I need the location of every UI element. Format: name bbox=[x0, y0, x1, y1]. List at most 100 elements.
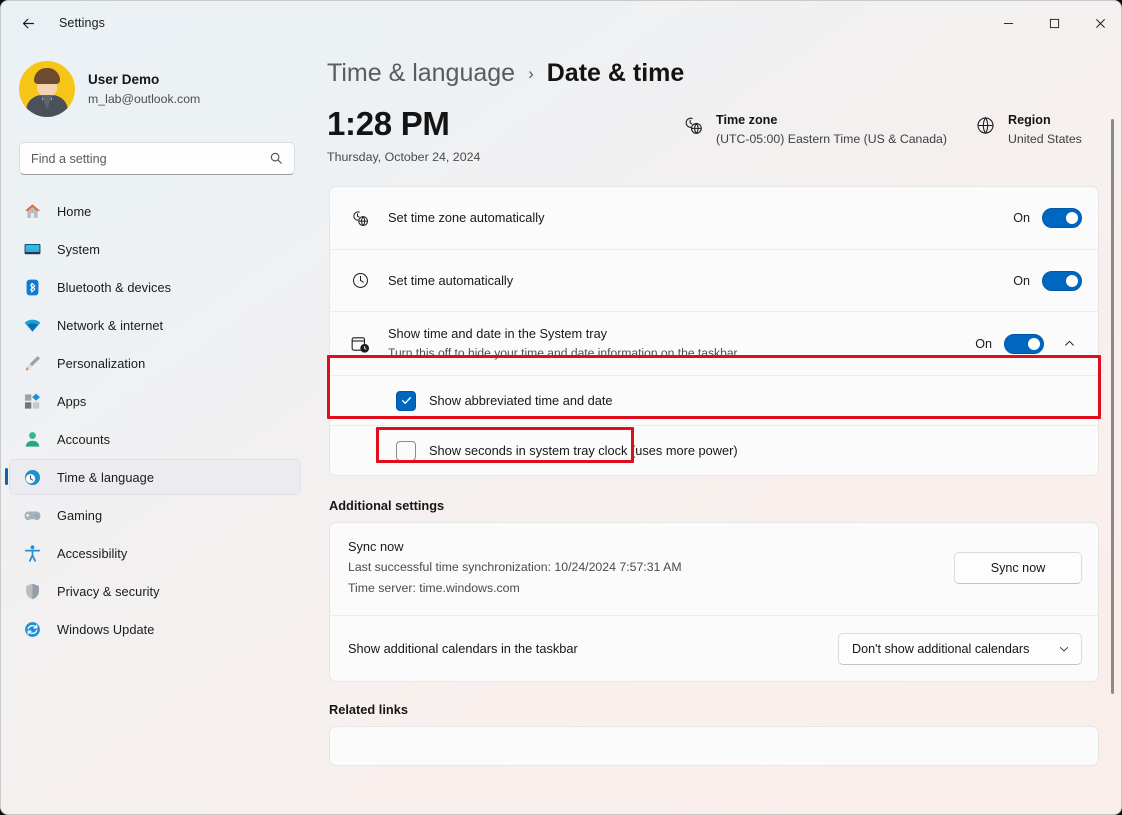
accessibility-icon bbox=[21, 542, 43, 564]
setting-row-sync-now: Sync now Last successful time synchroniz… bbox=[330, 523, 1098, 615]
accounts-icon bbox=[21, 428, 43, 450]
show-time-system-tray-toggle[interactable] bbox=[1004, 334, 1044, 354]
sidebar-item-time-language[interactable]: Time & language bbox=[9, 459, 301, 495]
date-time-settings-card: Set time zone automatically On Set time … bbox=[329, 186, 1099, 476]
search-input[interactable] bbox=[20, 143, 250, 174]
globe-icon bbox=[975, 115, 996, 136]
set-timezone-auto-toggle[interactable] bbox=[1042, 208, 1082, 228]
chevron-up-icon[interactable] bbox=[1056, 331, 1082, 357]
sidebar-item-privacy[interactable]: Privacy & security bbox=[9, 573, 301, 609]
sidebar-item-personalization[interactable]: Personalization bbox=[9, 345, 301, 381]
personalization-icon bbox=[21, 352, 43, 374]
time-zone-icon bbox=[683, 115, 704, 136]
scrollbar-thumb[interactable] bbox=[1111, 119, 1114, 694]
chevron-down-icon bbox=[1058, 643, 1070, 655]
sidebar-item-label: Bluetooth & devices bbox=[57, 280, 171, 295]
sidebar: User Demo m_lab@outlook.com bbox=[1, 45, 311, 815]
sync-last-success: Last successful time synchronization: 10… bbox=[348, 557, 954, 578]
sidebar-item-label: Apps bbox=[57, 394, 86, 409]
sidebar-item-home[interactable]: Home bbox=[9, 193, 301, 229]
avatar bbox=[19, 61, 75, 117]
sidebar-item-apps[interactable]: Apps bbox=[9, 383, 301, 419]
time-zone-value: (UTC-05:00) Eastern Time (US & Canada) bbox=[716, 130, 947, 148]
current-date: Thursday, October 24, 2024 bbox=[327, 150, 1122, 164]
checkbox-row-show-abbreviated[interactable]: Show abbreviated time and date bbox=[330, 375, 1098, 425]
sidebar-item-label: Personalization bbox=[57, 356, 145, 371]
home-icon bbox=[21, 200, 43, 222]
bluetooth-icon bbox=[21, 276, 43, 298]
checkbox-label: Show abbreviated time and date bbox=[429, 393, 613, 408]
sidebar-item-system[interactable]: System bbox=[9, 231, 301, 267]
settings-window: Settings User Demo m_l bbox=[0, 0, 1122, 815]
clock-icon bbox=[348, 271, 372, 290]
region-summary: Region United States bbox=[975, 111, 1082, 148]
clock-summary: 1:28 PM Thursday, October 24, 2024 Time … bbox=[327, 104, 1122, 182]
breadcrumb: Time & language › Date & time bbox=[327, 59, 1122, 88]
show-seconds-checkbox[interactable] bbox=[396, 441, 416, 461]
setting-row-subtitle: Turn this off to hide your time and date… bbox=[388, 345, 975, 362]
system-tray-clock-icon bbox=[348, 334, 372, 354]
sync-now-button[interactable]: Sync now bbox=[954, 552, 1082, 584]
time-zone-summary: Time zone (UTC-05:00) Eastern Time (US &… bbox=[683, 111, 947, 148]
window-controls bbox=[985, 1, 1122, 45]
profile-name: User Demo bbox=[88, 71, 200, 89]
user-profile[interactable]: User Demo m_lab@outlook.com bbox=[19, 61, 311, 117]
setting-row-set-timezone-auto[interactable]: Set time zone automatically On bbox=[330, 187, 1098, 249]
setting-row-title: Set time automatically bbox=[388, 272, 1013, 290]
privacy-icon bbox=[21, 580, 43, 602]
additional-calendars-label: Show additional calendars in the taskbar bbox=[348, 640, 838, 658]
set-time-auto-toggle[interactable] bbox=[1042, 271, 1082, 291]
setting-row-additional-calendars: Show additional calendars in the taskbar… bbox=[330, 615, 1098, 681]
sidebar-item-label: Privacy & security bbox=[57, 584, 160, 599]
toggle-state-label: On bbox=[1013, 274, 1030, 288]
window-title: Settings bbox=[59, 16, 105, 30]
region-value: United States bbox=[1008, 130, 1082, 148]
breadcrumb-separator-icon: › bbox=[528, 64, 534, 84]
sidebar-item-accessibility[interactable]: Accessibility bbox=[9, 535, 301, 571]
minimize-button[interactable] bbox=[985, 1, 1031, 45]
maximize-button[interactable] bbox=[1031, 1, 1077, 45]
sidebar-item-label: Network & internet bbox=[57, 318, 163, 333]
setting-row-show-time-system-tray[interactable]: Show time and date in the System tray Tu… bbox=[330, 311, 1098, 375]
profile-email: m_lab@outlook.com bbox=[88, 90, 200, 108]
checkbox-row-show-seconds[interactable]: Show seconds in system tray clock (uses … bbox=[330, 425, 1098, 475]
search-box[interactable] bbox=[19, 142, 295, 175]
sidebar-item-accounts[interactable]: Accounts bbox=[9, 421, 301, 457]
content-scrollbar[interactable] bbox=[1107, 119, 1117, 694]
breadcrumb-parent[interactable]: Time & language bbox=[327, 59, 515, 88]
title-bar: Settings bbox=[1, 1, 1122, 45]
setting-row-title: Show time and date in the System tray bbox=[388, 325, 975, 343]
related-links-card bbox=[329, 726, 1099, 766]
toggle-state-label: On bbox=[1013, 211, 1030, 225]
time-zone-title: Time zone bbox=[716, 111, 947, 129]
sidebar-item-label: Windows Update bbox=[57, 622, 154, 637]
sidebar-item-windows-update[interactable]: Windows Update bbox=[9, 611, 301, 647]
page-title: Date & time bbox=[547, 59, 685, 88]
system-icon bbox=[21, 238, 43, 260]
time-zone-icon bbox=[348, 209, 372, 228]
sync-time-server: Time server: time.windows.com bbox=[348, 578, 954, 599]
sidebar-item-label: Home bbox=[57, 204, 91, 219]
time-language-icon bbox=[21, 466, 43, 488]
sidebar-item-label: Accounts bbox=[57, 432, 110, 447]
sidebar-item-network[interactable]: Network & internet bbox=[9, 307, 301, 343]
sidebar-item-label: System bbox=[57, 242, 100, 257]
close-button[interactable] bbox=[1077, 1, 1122, 45]
back-button[interactable] bbox=[11, 8, 45, 38]
content-area: Time & language › Date & time 1:28 PM Th… bbox=[311, 45, 1122, 815]
apps-icon bbox=[21, 390, 43, 412]
sync-now-title: Sync now bbox=[348, 537, 954, 557]
checkbox-label: Show seconds in system tray clock (uses … bbox=[429, 443, 738, 458]
sidebar-item-label: Accessibility bbox=[57, 546, 127, 561]
additional-calendars-dropdown[interactable]: Don't show additional calendars bbox=[838, 633, 1082, 665]
related-links-heading: Related links bbox=[329, 702, 1122, 717]
sidebar-nav: Home System bbox=[1, 193, 311, 647]
toggle-state-label: On bbox=[975, 337, 992, 351]
search-icon bbox=[269, 151, 283, 165]
sidebar-item-bluetooth[interactable]: Bluetooth & devices bbox=[9, 269, 301, 305]
show-abbreviated-checkbox[interactable] bbox=[396, 391, 416, 411]
additional-settings-card: Sync now Last successful time synchroniz… bbox=[329, 522, 1099, 682]
network-icon bbox=[21, 314, 43, 336]
sidebar-item-gaming[interactable]: Gaming bbox=[9, 497, 301, 533]
setting-row-set-time-auto[interactable]: Set time automatically On bbox=[330, 249, 1098, 311]
